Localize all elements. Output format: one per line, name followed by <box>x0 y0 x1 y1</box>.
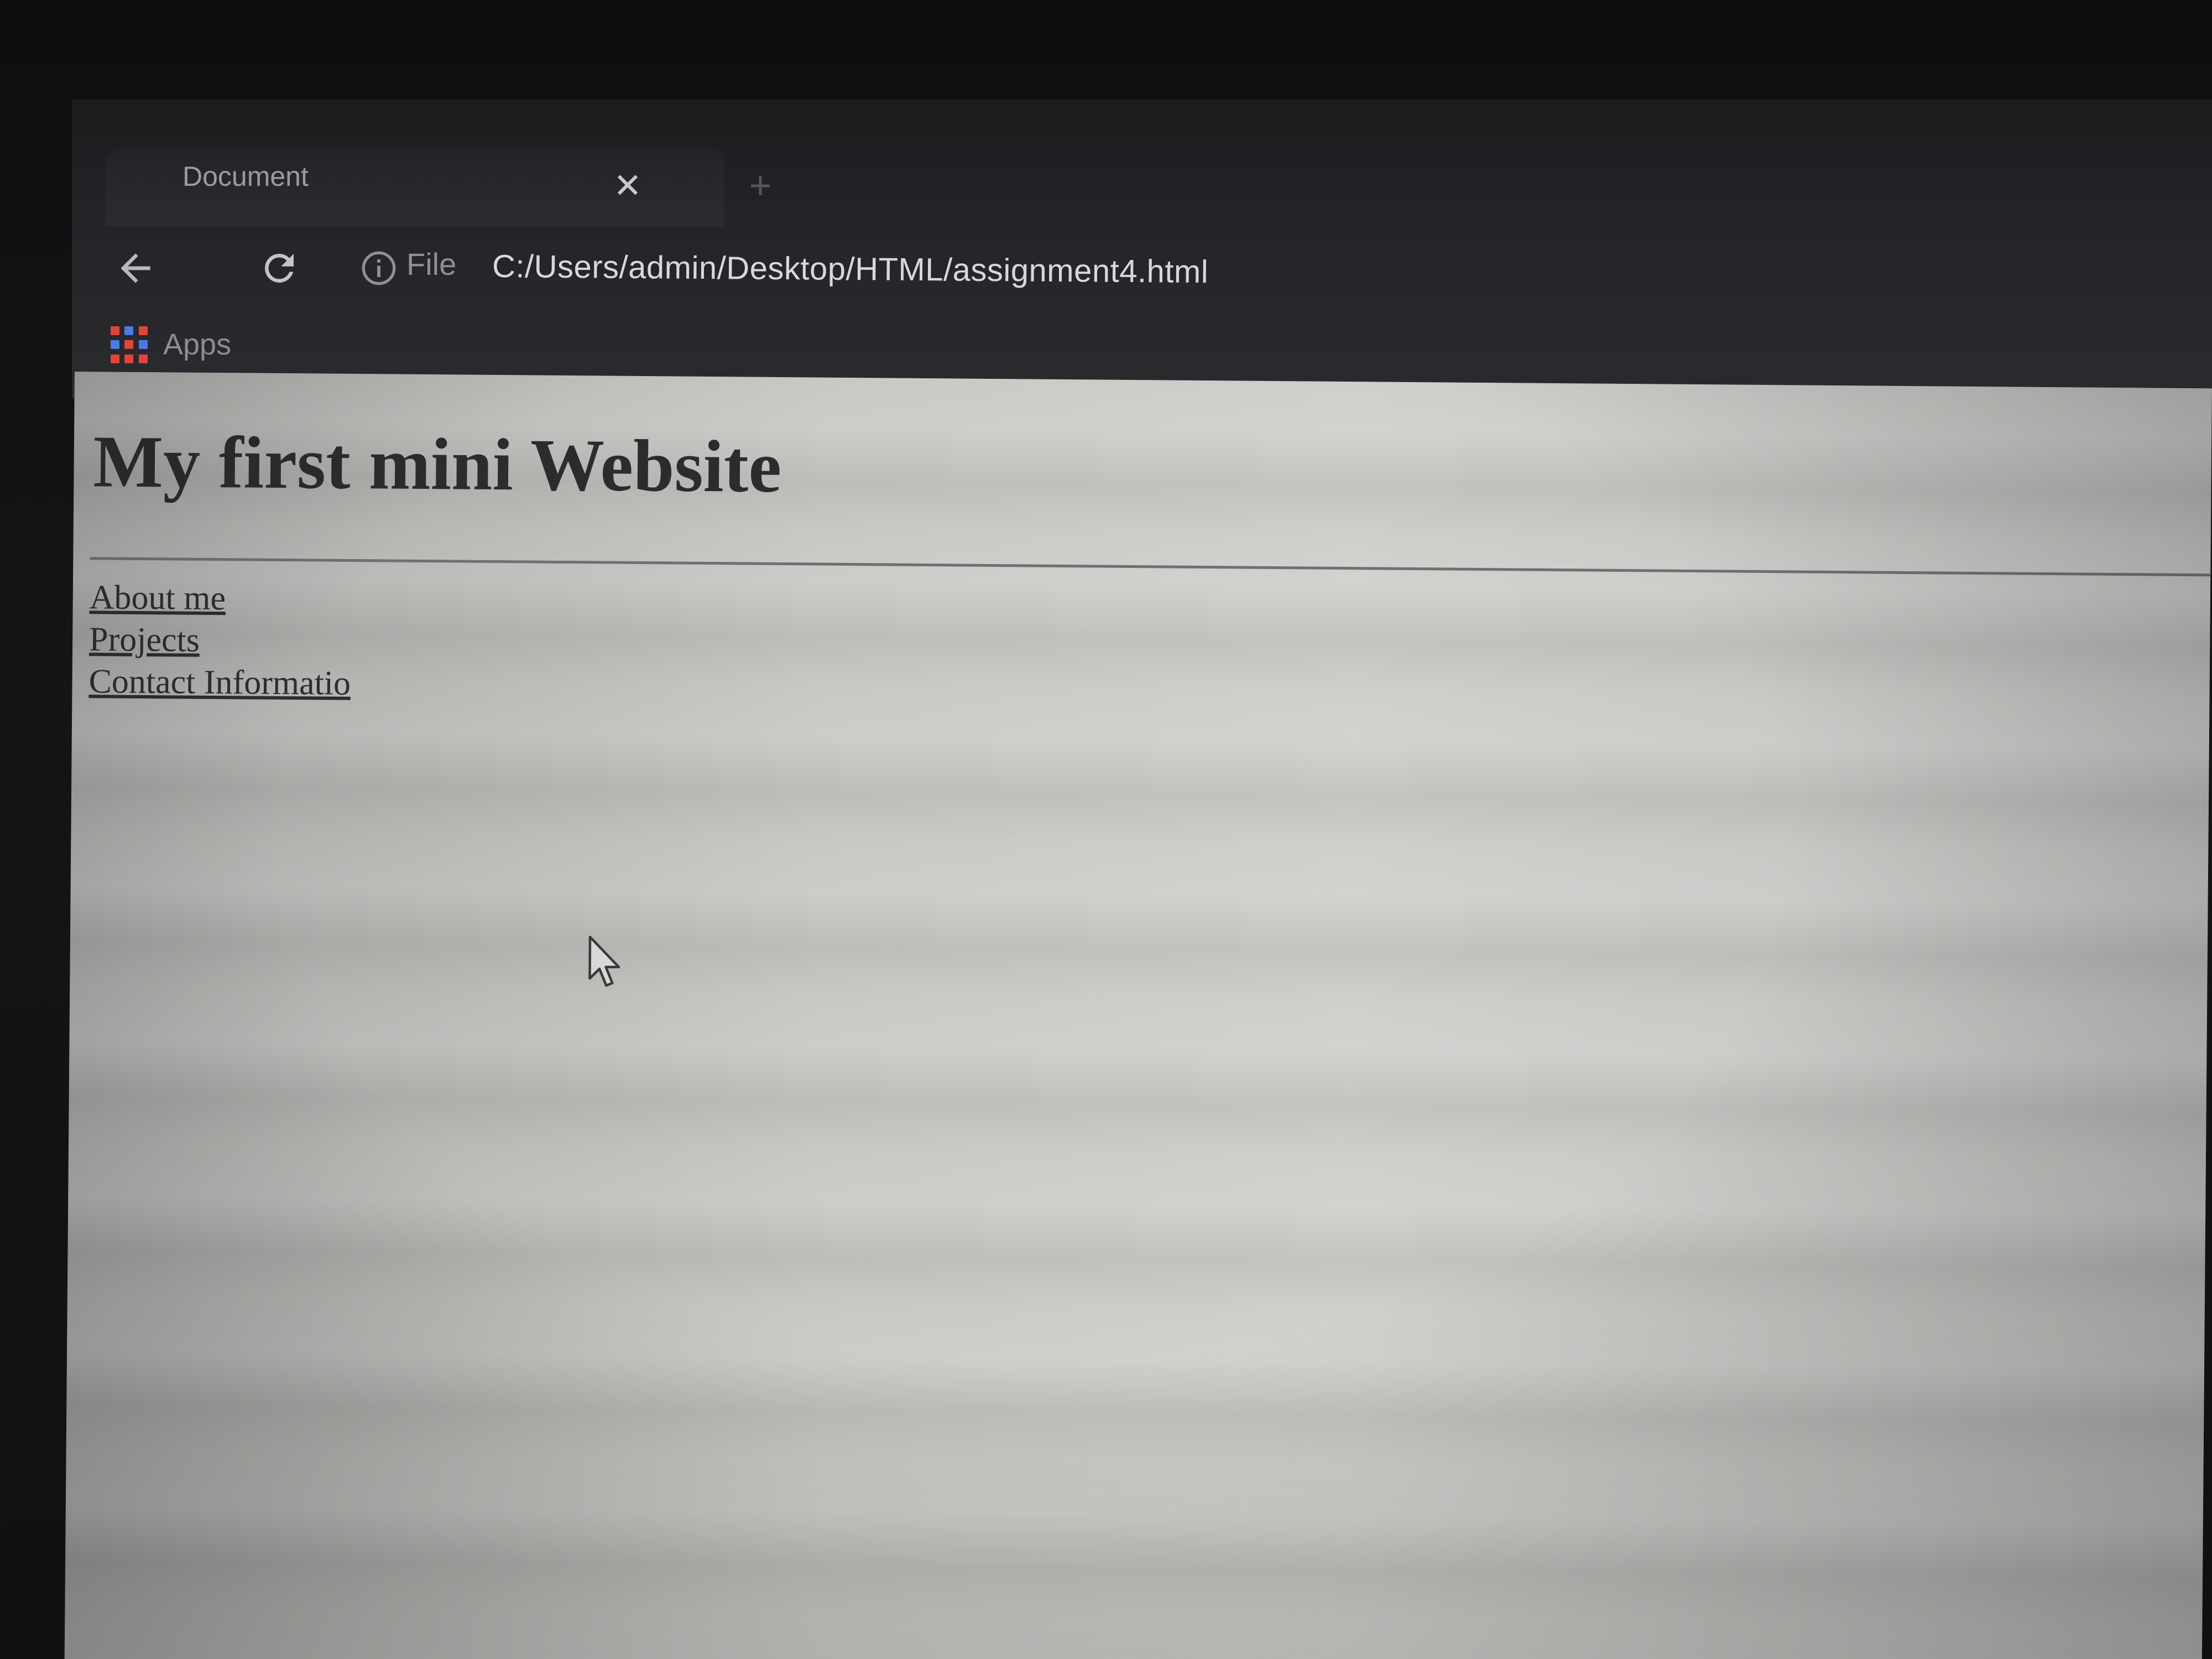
reload-button[interactable] <box>238 227 321 310</box>
link-contact-information[interactable]: Contact Informatio <box>88 660 351 705</box>
new-tab-button[interactable]: + <box>730 155 791 216</box>
tab-title: Document <box>182 161 309 192</box>
link-about-me[interactable]: About me <box>89 576 351 620</box>
close-icon[interactable]: ✕ <box>597 155 658 216</box>
tab-strip: Document ✕ + <box>72 100 2212 227</box>
apps-bookmark[interactable]: Apps <box>163 327 231 362</box>
apps-grid-dot <box>138 326 148 335</box>
arrow-left-icon <box>121 253 150 283</box>
address-bar-url[interactable]: C:/Users/admin/Desktop/HTML/assignment4.… <box>492 248 1209 290</box>
reload-icon <box>265 254 294 283</box>
toolbar: File C:/Users/admin/Desktop/HTML/assignm… <box>72 227 2212 326</box>
horizontal-rule <box>90 557 2211 577</box>
apps-grid-dot <box>138 340 148 349</box>
link-list: About me Projects Contact Informatio <box>88 576 351 705</box>
link-projects[interactable]: Projects <box>89 618 351 662</box>
apps-grid-dot <box>124 326 134 335</box>
apps-grid-dot <box>111 326 119 335</box>
apps-grid-icon[interactable] <box>111 326 149 365</box>
info-icon[interactable] <box>348 238 409 299</box>
apps-grid-dot <box>124 354 134 363</box>
page-title: My first mini Website <box>93 420 782 508</box>
apps-grid-dot <box>111 354 119 363</box>
browser-chrome: Document ✕ + File C:/Users/admin/Desktop… <box>72 100 2212 398</box>
apps-grid-dot <box>124 340 134 349</box>
page-viewport: My first mini Website About me Projects … <box>64 372 2212 1659</box>
mouse-cursor-icon <box>588 936 620 987</box>
apps-grid-dot <box>138 354 148 363</box>
photo-scene: Document ✕ + File C:/Users/admin/Desktop… <box>0 0 2212 1659</box>
back-button[interactable] <box>94 227 177 310</box>
apps-grid-dot <box>111 340 119 349</box>
scheme-label[interactable]: File <box>406 246 456 282</box>
